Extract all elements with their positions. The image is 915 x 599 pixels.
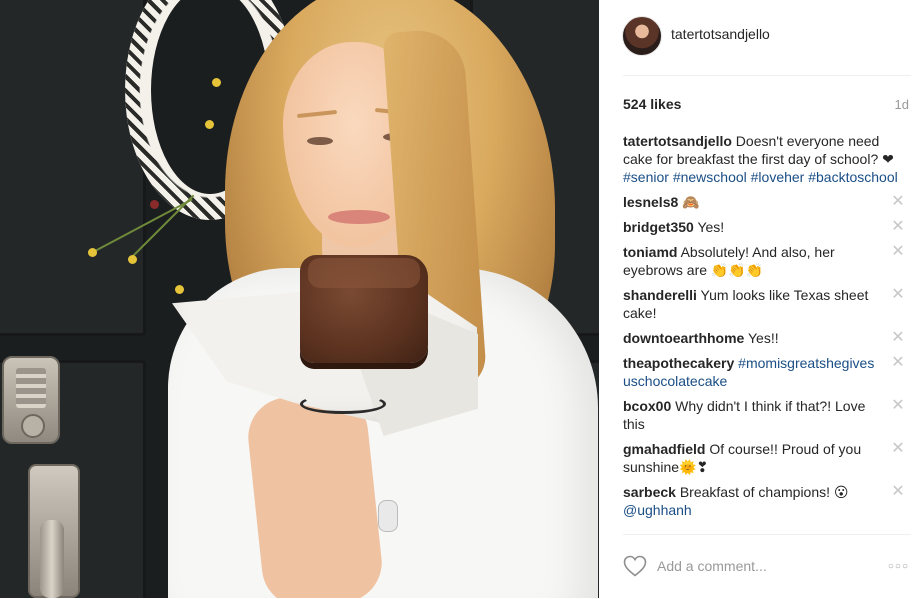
lips: [328, 210, 390, 224]
mention[interactable]: @ughhanh: [623, 502, 692, 518]
comment-username[interactable]: theapothecakery: [623, 355, 734, 371]
comment: lesnels8 🙈 ✕: [623, 193, 907, 211]
instagram-post: tatertotsandjello 524 likes 1d tatertots…: [0, 0, 915, 598]
comment: bridget350 Yes! ✕: [623, 218, 907, 236]
flower: [205, 120, 214, 129]
caption: tatertotsandjello Doesn't everyone need …: [623, 132, 907, 186]
caption-username[interactable]: tatertotsandjello: [623, 133, 732, 149]
post-sidebar: tatertotsandjello 524 likes 1d tatertots…: [599, 0, 915, 598]
divider: [623, 75, 911, 76]
flower: [88, 248, 97, 257]
cake-frosting: [308, 258, 420, 288]
hashtag[interactable]: #backtoschool: [808, 169, 898, 185]
flower: [128, 255, 137, 264]
comment-username[interactable]: sarbeck: [623, 484, 676, 500]
close-icon[interactable]: ✕: [891, 193, 905, 211]
comment-username[interactable]: bcox00: [623, 398, 671, 414]
hashtag[interactable]: #senior: [623, 169, 669, 185]
avatar[interactable]: [622, 16, 662, 56]
more-options-icon[interactable]: ○○○: [888, 561, 909, 572]
eye: [307, 137, 333, 145]
comment: toniamd Absolutely! And also, her eyebro…: [623, 243, 907, 279]
close-icon[interactable]: ✕: [891, 354, 905, 372]
flower: [150, 200, 159, 209]
comment-text: Yes!!: [744, 330, 779, 346]
comment-username[interactable]: downtoearthhome: [623, 330, 744, 346]
header-username[interactable]: tatertotsandjello: [671, 26, 770, 42]
close-icon[interactable]: ✕: [891, 397, 905, 415]
close-icon[interactable]: ✕: [891, 286, 905, 304]
post-timestamp[interactable]: 1d: [895, 97, 909, 112]
comment-username[interactable]: toniamd: [623, 244, 677, 260]
arm: [244, 389, 386, 598]
comment: theapothecakery #momisgreatshegivesuscho…: [623, 354, 907, 390]
comment-text: Breakfast of champions! 😮: [675, 484, 849, 500]
comment: bcox00 Why didn't I think if that?! Love…: [623, 397, 907, 433]
comment-username[interactable]: bridget350: [623, 219, 694, 235]
comment-footer: ○○○: [623, 534, 911, 599]
flower: [175, 285, 184, 294]
likes-count[interactable]: 524 likes: [623, 96, 681, 112]
comment-username[interactable]: shanderelli: [623, 287, 697, 303]
heart-outline-icon[interactable]: [623, 555, 647, 577]
door-panel: [0, 0, 146, 336]
door-lock: [2, 356, 60, 444]
comment: downtoearthhome Yes!! ✕: [623, 329, 907, 347]
add-comment-input[interactable]: [655, 555, 879, 577]
door-handle: [40, 520, 64, 598]
close-icon[interactable]: ✕: [891, 218, 905, 236]
hair-tie: [300, 394, 386, 414]
comment: shanderelli Yum looks like Texas sheet c…: [623, 286, 907, 322]
comment-text: 🙈: [678, 194, 700, 210]
comment: sarbeck Breakfast of champions! 😮 @ughha…: [623, 483, 907, 519]
hashtag[interactable]: #loveher: [751, 169, 805, 185]
hashtag[interactable]: #newschool: [673, 169, 747, 185]
post-header: tatertotsandjello: [599, 0, 915, 76]
comments-list[interactable]: tatertotsandjello Doesn't everyone need …: [623, 132, 907, 534]
close-icon[interactable]: ✕: [891, 440, 905, 458]
comment-text: Yes!: [693, 219, 725, 235]
comment-username[interactable]: gmahadfield: [623, 441, 705, 457]
comment-username[interactable]: lesnels8: [623, 194, 678, 210]
flower: [212, 78, 221, 87]
close-icon[interactable]: ✕: [891, 483, 905, 501]
post-photo[interactable]: [0, 0, 599, 598]
close-icon[interactable]: ✕: [891, 243, 905, 261]
close-icon[interactable]: ✕: [891, 329, 905, 347]
comment: gmahadfield Of course!! Proud of you sun…: [623, 440, 907, 476]
earbud: [378, 500, 398, 532]
